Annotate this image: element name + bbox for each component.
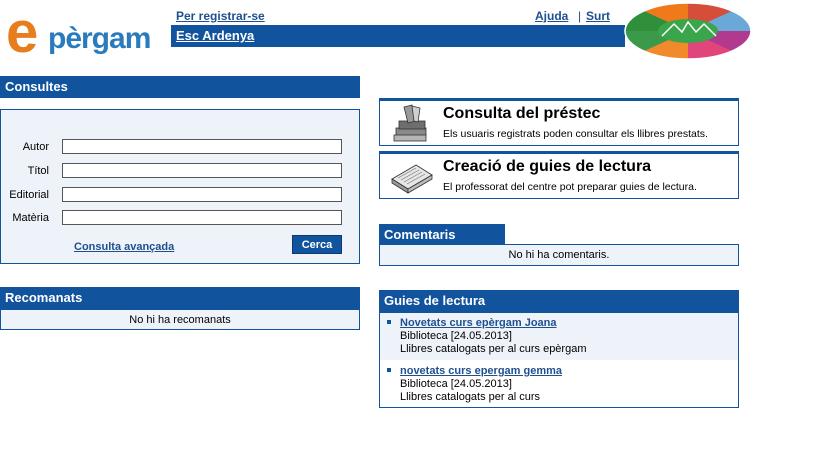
loan-query-desc: Els usuaris registrats poden consultar e… [443,128,708,140]
document-stack-icon [391,164,433,194]
bullet-icon [387,320,391,324]
guide-description: Llibres catalogats per al curs [400,391,541,403]
search-button[interactable]: Cerca [292,235,342,254]
recommended-header: Recomanats [0,287,360,309]
reading-guides-card[interactable]: Creació de guies de lectura El professor… [379,151,739,199]
consultes-header: Consultes [0,76,360,98]
header-separator: | [578,9,582,23]
school-name-link[interactable]: Esc Ardenya [176,28,254,43]
logo-text: pèrgam [48,22,151,55]
subject-label: Matèria [12,212,49,224]
register-link[interactable]: Per registrar-se [176,9,265,23]
guide-item: novetats curs epergam gemma Biblioteca [… [380,361,738,408]
title-input[interactable] [62,163,342,178]
author-label: Autor [22,141,49,153]
reading-wheel-image [624,2,752,60]
advanced-search-link[interactable]: Consulta avançada [74,241,174,253]
publisher-label: Editorial [9,189,49,201]
title-label: Títol [27,165,49,177]
guide-title-link[interactable]: novetats curs epergam gemma [400,365,562,377]
loan-query-card[interactable]: Consulta del préstec Els usuaris registr… [379,98,739,146]
guide-title-link[interactable]: Novetats curs epèrgam Joana [400,317,557,329]
reading-guides-desc: El professorat del centre pot preparar g… [443,181,697,193]
reading-guides-title: Creació de guies de lectura [443,158,652,175]
subject-input[interactable] [62,210,342,225]
exit-link[interactable]: Surt [586,9,610,23]
guide-meta: Biblioteca [24.05.2013] [400,378,512,390]
comments-empty-text: No hi ha comentaris. [379,244,739,266]
bullet-icon [387,368,391,372]
comments-header: Comentaris [379,224,505,244]
logo-letter-e: e [6,0,39,65]
author-input[interactable] [62,139,342,154]
guide-item: Novetats curs epèrgam Joana Biblioteca [… [380,313,738,360]
loan-query-title: Consulta del préstec [443,105,601,122]
books-stack-icon [393,104,427,142]
reading-guides-header: Guies de lectura [379,290,739,312]
recommended-empty-text: No hi ha recomanats [0,309,360,330]
help-link[interactable]: Ajuda [535,9,568,23]
reading-guides-list: Novetats curs epèrgam Joana Biblioteca [… [379,312,739,408]
guide-description: Llibres catalogats per al curs epèrgam [400,343,587,355]
guide-meta: Biblioteca [24.05.2013] [400,330,512,342]
epergam-logo[interactable]: e pèrgam [6,4,162,62]
publisher-input[interactable] [62,187,342,202]
